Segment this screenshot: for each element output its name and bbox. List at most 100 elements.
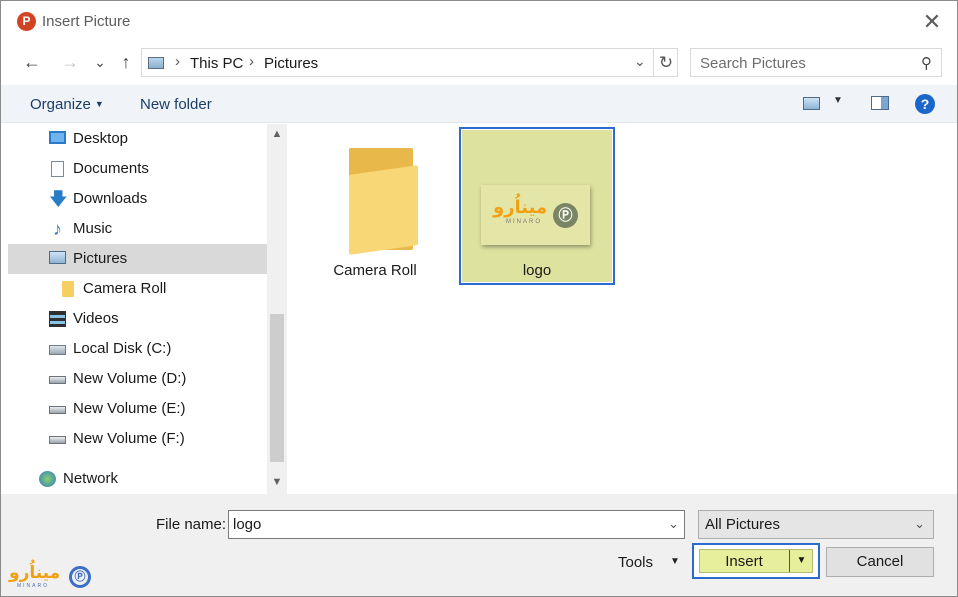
sidebar-item-label: Documents (73, 160, 149, 177)
breadcrumb-separator: › (249, 53, 254, 70)
scroll-thumb[interactable] (270, 314, 284, 462)
sidebar-item-label: Downloads (73, 190, 148, 207)
recent-locations-button[interactable]: ⌄ (89, 50, 111, 74)
insert-dropdown-icon[interactable]: ▼ (789, 550, 813, 572)
sidebar-item-documents[interactable]: Documents (8, 154, 267, 184)
sidebar-item-label: New Volume (F:) (73, 430, 185, 447)
file-item-label: Camera Roll (333, 262, 417, 279)
title-bar: P Insert Picture ✕ (1, 1, 957, 41)
search-placeholder: Search Pictures (700, 55, 806, 72)
file-name-value: logo (233, 516, 262, 533)
logo-wordmark: میناُرو (493, 197, 548, 217)
watermark-mark-icon: Ⓟ (69, 566, 91, 588)
file-list: Camera Roll میناُرو MINARO Ⓟ logo (288, 124, 956, 494)
sidebar-item-label: Local Disk (C:) (73, 340, 172, 357)
close-button[interactable]: ✕ (917, 7, 947, 37)
drive-icon (49, 376, 66, 384)
navigation-scrollbar[interactable]: ▲ ▼ (267, 124, 287, 494)
image-thumbnail: میناُرو MINARO Ⓟ (481, 185, 590, 245)
scroll-up-icon[interactable]: ▲ (267, 124, 287, 144)
dialog-footer: File name: logo ⌄ All Pictures ⌄ Tools ▼… (1, 494, 957, 596)
watermark-logo: میناُرو MINARO Ⓟ (9, 563, 95, 591)
documents-icon (51, 161, 64, 177)
sidebar-item-camera-roll[interactable]: Camera Roll (8, 274, 267, 304)
chevron-down-icon: ⌄ (914, 516, 925, 531)
navigation-pane: Desktop Documents 🡇 Downloads ♪ Music Pi… (8, 124, 287, 494)
sidebar-item-desktop[interactable]: Desktop (8, 124, 267, 154)
navigation-bar: ← → ⌄ ↑ › This PC › Pictures ⌄ ↻ Search … (1, 45, 957, 79)
sidebar-item-label: Camera Roll (83, 280, 167, 297)
sidebar-item-local-disk-c[interactable]: Local Disk (C:) (8, 334, 267, 364)
watermark-subtext: MINARO (17, 583, 49, 589)
sidebar-item-label: Pictures (73, 250, 128, 267)
back-button[interactable]: ← (21, 50, 43, 74)
cancel-button[interactable]: Cancel (826, 547, 934, 577)
downloads-icon: 🡇 (49, 189, 68, 209)
file-name-label: File name: (156, 516, 227, 533)
command-bar: Organize ▼ New folder ▼ ? (1, 85, 957, 123)
preview-pane-icon[interactable] (871, 96, 889, 110)
pictures-location-icon (148, 57, 164, 69)
insert-picture-dialog: P Insert Picture ✕ ← → ⌄ ↑ › This PC › P… (0, 0, 958, 597)
file-item-logo[interactable]: میناُرو MINARO Ⓟ logo (459, 127, 615, 285)
address-dropdown-icon[interactable]: ⌄ (634, 53, 646, 70)
logo-mark-icon: Ⓟ (553, 203, 578, 228)
file-item-camera-roll[interactable]: Camera Roll (300, 130, 450, 282)
organize-label: Organize (30, 96, 91, 113)
file-name-input[interactable]: logo ⌄ (228, 510, 685, 539)
pictures-icon (49, 251, 66, 264)
tools-button[interactable]: Tools (618, 554, 653, 571)
change-view-icon[interactable] (803, 97, 820, 110)
file-type-value: All Pictures (705, 516, 781, 533)
chevron-down-icon: ▼ (94, 99, 104, 109)
new-folder-button[interactable]: New folder (140, 96, 212, 113)
videos-icon (49, 311, 66, 327)
logo-subtext: MINARO (506, 219, 542, 225)
sidebar-item-label: Desktop (73, 130, 129, 147)
help-icon[interactable]: ? (915, 94, 935, 114)
insert-button[interactable]: Insert (700, 553, 788, 570)
sidebar-item-label: Music (73, 220, 113, 237)
refresh-icon[interactable]: ↻ (653, 49, 678, 76)
forward-button[interactable]: → (59, 50, 81, 74)
drive-icon (49, 406, 66, 414)
up-button[interactable]: ↑ (115, 50, 137, 74)
organize-button[interactable]: Organize ▼ (30, 96, 104, 113)
watermark-wordmark: میناُرو (9, 563, 61, 582)
desktop-icon (49, 131, 66, 144)
powerpoint-icon: P (17, 12, 36, 31)
file-type-select[interactable]: All Pictures ⌄ (698, 510, 934, 539)
file-item-label: logo (522, 262, 552, 279)
music-icon: ♪ (53, 219, 62, 239)
view-options-dropdown-icon[interactable]: ▼ (833, 95, 843, 106)
address-bar[interactable]: › This PC › Pictures ⌄ ↻ (141, 48, 678, 77)
folder-front-shape (349, 165, 418, 255)
insert-button-focus-ring: Insert ▼ (692, 543, 820, 579)
sidebar-item-pictures[interactable]: Pictures (8, 244, 267, 274)
sidebar-item-network[interactable]: Network (8, 464, 267, 494)
sidebar-item-videos[interactable]: Videos (8, 304, 267, 334)
search-icon[interactable]: ⚲ (921, 54, 932, 72)
breadcrumb-this-pc[interactable]: This PC (190, 55, 243, 72)
sidebar-item-music[interactable]: ♪ Music (8, 214, 267, 244)
sidebar-item-new-volume-d[interactable]: New Volume (D:) (8, 364, 267, 394)
dialog-title: Insert Picture (42, 13, 131, 30)
sidebar-item-label: New Volume (E:) (73, 400, 186, 417)
sidebar-item-new-volume-e[interactable]: New Volume (E:) (8, 394, 267, 424)
breadcrumb-separator: › (175, 53, 180, 70)
drive-icon (49, 436, 66, 444)
chevron-down-icon[interactable]: ⌄ (668, 516, 679, 532)
sidebar-item-label: New Volume (D:) (73, 370, 187, 387)
search-input[interactable]: Search Pictures ⚲ (690, 48, 942, 77)
breadcrumb-pictures[interactable]: Pictures (264, 55, 318, 72)
sidebar-item-new-volume-f[interactable]: New Volume (F:) (8, 424, 267, 454)
network-icon (39, 471, 56, 487)
tools-dropdown-icon[interactable]: ▼ (670, 556, 680, 567)
folder-icon (62, 281, 74, 297)
sidebar-item-label: Network (63, 470, 119, 487)
local-disk-icon (49, 345, 66, 355)
sidebar-item-downloads[interactable]: 🡇 Downloads (8, 184, 267, 214)
scroll-down-icon[interactable]: ▼ (267, 472, 287, 492)
insert-split-button[interactable]: Insert ▼ (699, 549, 813, 573)
sidebar-item-label: Videos (73, 310, 119, 327)
